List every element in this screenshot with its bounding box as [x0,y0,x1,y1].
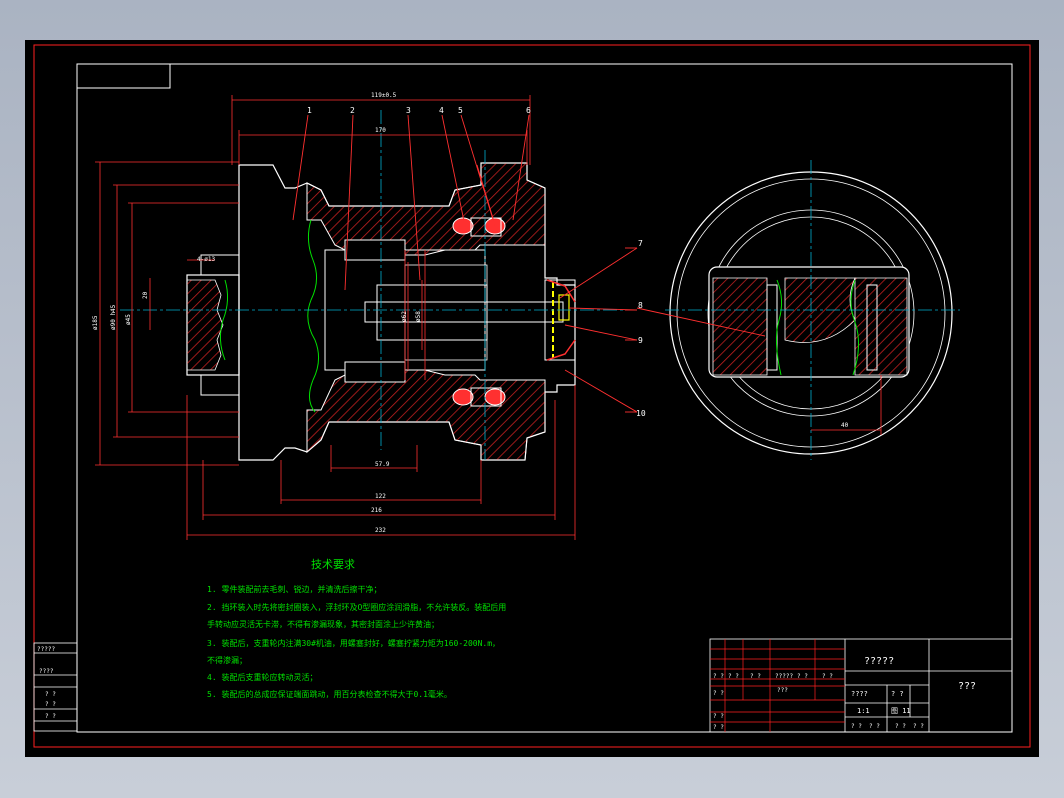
balloon-9: 9 [638,336,643,345]
dim-top-inner: 170 [375,127,386,134]
balloon-4: 4 [439,106,444,115]
tech-req-line-7: 5. 装配后的总成应保证端面跳动，用百分表检查不得大于0.1毫米。 [207,689,452,699]
dim-bottom-1: 57.9 [375,461,390,468]
balloon-10: 10 [636,409,646,418]
balloon-3: 3 [406,106,411,115]
rev-cell-6: ? ? [822,673,833,680]
dimension-lines [95,95,576,540]
balloon-5: 5 [458,106,463,115]
tech-req-line-5: 不得渗漏； [207,655,247,665]
sheet-row-2: ? ? [869,723,880,730]
left-strip-3: ? ? [45,691,56,698]
section-view [120,110,625,461]
sheet-info: 图 11 [891,707,911,715]
balloon-6: 6 [526,106,531,115]
tech-req-line-4: 3. 装配后，支重轮内注满30#机油，用螺塞封好，螺塞拧紧力矩为160-200N… [207,638,500,648]
drawing-name: ????? [864,656,894,667]
tech-req-line-6: 4. 装配后支重轮应转动灵活； [207,672,317,682]
dim-shaft-2: ø58 [415,311,422,322]
scale-label: ???? [851,690,868,698]
dim-left-2: ø90 h45 [110,304,117,330]
balloon-8: 8 [638,301,643,310]
tech-req-line-3: 手转动应灵活无卡滞，不得有渗漏现象，其密封面涂上少许黄油； [207,619,439,629]
dim-top-total: 119±0.5 [371,92,397,99]
dim-bottom-3: 216 [371,507,382,514]
drawing-sheet: 1 2 3 4 5 6 7 8 9 10 119±0.5 170 ø185 ø9… [25,40,1039,757]
balloon-7: 7 [638,239,643,248]
rev-cell-4: ????? [775,673,793,680]
sheet-row-1: ? ? [851,723,862,730]
side-view [636,160,960,460]
role-cell-3: ? ? [713,724,724,731]
company-name: ??? [958,681,976,692]
corner-tag-box [76,63,171,89]
tech-req-line-1: 1. 零件装配前去毛刺、锐边，并清洗后擦干净； [207,584,381,594]
dim-shaft-1: ø62 [401,311,408,322]
dim-bottom-2: 122 [375,493,386,500]
cad-drawing: 1 2 3 4 5 6 7 8 9 10 119±0.5 170 ø185 ø9… [33,44,1031,748]
sheet-row-4: ? ? [913,723,924,730]
title-block-red-grid [710,639,845,732]
role-cell-1: ? ? [713,690,724,697]
dim-bottom-total: 232 [375,527,386,534]
rev-cell-5: ? ? [797,673,808,680]
dim-side-40: 40 [841,422,849,429]
qty-label: ? ? [891,690,904,698]
dim-left-1: ø185 [92,315,99,330]
rev-cell-3: ? ? [750,673,761,680]
rev-cell-1: ? ? [713,673,724,680]
balloon-2: 2 [350,106,355,115]
tech-req-title: 技术要求 [311,558,355,571]
rev-cell-2: ? ? [728,673,739,680]
dim-small-bore: 4-ø13 [197,256,215,263]
role-cell-2: ? ? [713,713,724,720]
sheet-row-3: ? ? [895,723,906,730]
left-strip-2: ???? [39,668,54,675]
scale-value: 1:1 [857,707,870,715]
tech-req-line-2: 2. 挡环装入时先将密封圈装入，浮封环及O型圈应涂润滑脂，不允许装反。装配后用 [207,602,506,612]
left-strip-5: ? ? [45,713,56,720]
left-strip-4: ? ? [45,701,56,708]
left-strip-1: ????? [37,646,55,653]
role-cell-4: ??? [777,687,788,694]
balloon-1: 1 [307,106,312,115]
dim-height-20: 20 [142,291,149,299]
dim-left-3: ø45 [125,314,132,325]
